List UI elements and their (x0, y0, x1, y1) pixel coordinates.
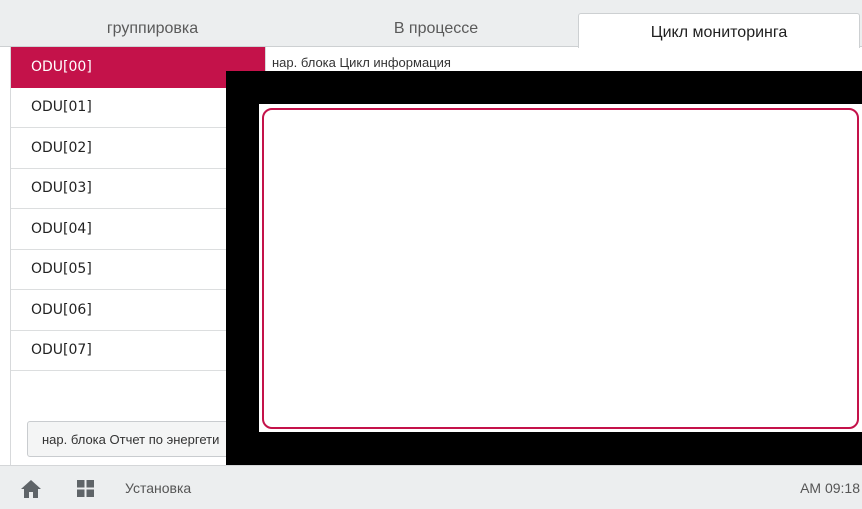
setup-label[interactable]: Установка (125, 480, 191, 496)
home-icon[interactable] (20, 479, 42, 499)
popup-dialog (262, 108, 859, 429)
clock: AM 09:18 (800, 480, 860, 496)
tab-bar: группировка В процессе Цикл мониторинга (0, 0, 862, 48)
cycle-info-label: нар. блока Цикл информация (272, 55, 451, 70)
tab-grouping[interactable]: группировка (10, 13, 295, 45)
app-window: группировка В процессе Цикл мониторинга … (0, 0, 862, 509)
menu-grid-icon[interactable] (77, 480, 94, 497)
tab-cycle-monitoring[interactable]: Цикл мониторинга (578, 13, 860, 48)
tab-in-progress[interactable]: В процессе (295, 13, 577, 45)
bottom-bar: Установка AM 09:18 (0, 465, 862, 509)
